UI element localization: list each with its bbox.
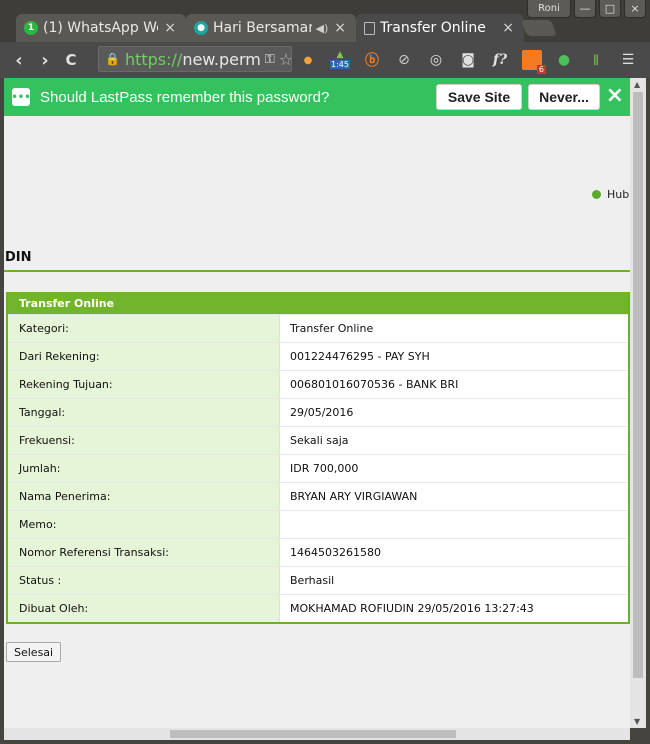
back-icon[interactable]: ‹ [6, 50, 32, 71]
tab-title: Hari Bersamar [213, 20, 312, 36]
row-label: Status : [8, 567, 280, 594]
vertical-scrollbar[interactable]: ▲ ▼ [630, 78, 646, 728]
forward-icon[interactable]: › [32, 50, 58, 71]
lastpass-message: Should LastPass remember this password? [40, 88, 330, 106]
timer-extension-icon[interactable]: ▲ 1:45 [330, 50, 350, 70]
row-label: Frekuensi: [8, 427, 280, 454]
table-row: Dibuat Oleh: MOKHAMAD ROFIUDIN 29/05/2016… [8, 594, 628, 622]
row-value: IDR 700,000 [280, 455, 628, 482]
row-label: Rekening Tujuan: [8, 371, 280, 398]
table-row: Memo: [8, 510, 628, 538]
section-divider [4, 270, 630, 272]
tab-close-icon[interactable]: × [502, 20, 514, 36]
font-extension-icon[interactable]: f? [490, 50, 510, 70]
row-value: Sekali saja [280, 427, 628, 454]
row-label: Jumlah: [8, 455, 280, 482]
tab-close-icon[interactable]: × [164, 20, 176, 36]
speaker-icon[interactable]: ◀) [316, 22, 329, 35]
table-row: Frekuensi: Sekali saja [8, 426, 628, 454]
no-entry-extension-icon[interactable]: ⊘ [394, 50, 414, 70]
horizontal-scroll-thumb[interactable] [170, 730, 456, 738]
lastpass-bar: ••• Should LastPass remember this passwo… [4, 78, 630, 116]
row-value: MOKHAMAD ROFIUDIN 29/05/2016 13:27:43 [280, 595, 628, 622]
tab-title: Transfer Online [380, 20, 486, 36]
timer-badge: 1:45 [330, 60, 350, 69]
camera-icon[interactable]: ◙ [458, 50, 478, 70]
whatsapp-icon: 1 [24, 21, 38, 35]
page-icon [364, 21, 375, 35]
profile-button[interactable]: Roni [527, 0, 571, 18]
minimize-icon[interactable]: — [574, 0, 596, 18]
row-label: Nomor Referensi Transaksi: [8, 539, 280, 566]
table-row: Nomor Referensi Transaksi: 1464503261580 [8, 538, 628, 566]
row-value: BRYAN ARY VIRGIAWAN [280, 483, 628, 510]
section-title: DIN [5, 250, 32, 265]
bookmark-star-icon[interactable]: ☆ [279, 50, 291, 69]
vertical-scroll-thumb[interactable] [633, 92, 643, 678]
table-row: Nama Penerima: BRYAN ARY VIRGIAWAN [8, 482, 628, 510]
hubspot-icon[interactable]: 6 [522, 50, 546, 74]
row-value: Berhasil [280, 567, 628, 594]
close-icon[interactable]: × [606, 83, 624, 109]
audio-wave-icon[interactable]: ⫼ [586, 50, 606, 70]
url-host: new.perm [182, 49, 261, 69]
url-scheme: https:// [124, 49, 183, 69]
table-row: Status : Berhasil [8, 566, 628, 594]
row-label: Dibuat Oleh: [8, 595, 280, 622]
hub-link[interactable]: Hub [592, 188, 629, 201]
tab-close-icon[interactable]: × [334, 20, 346, 36]
tab-whatsapp[interactable]: 1 (1) WhatsApp We × [16, 14, 186, 42]
row-label: Kategori: [8, 315, 280, 342]
row-label: Tanggal: [8, 399, 280, 426]
row-label: Nama Penerima: [8, 483, 280, 510]
extension-dot-icon[interactable]: ● [298, 50, 318, 70]
hubspot-badge: 6 [536, 65, 546, 74]
table-row: Dari Rekening: 001224476295 - PAY SYH [8, 342, 628, 370]
b-extension-icon[interactable]: ⓑ [362, 50, 382, 70]
scroll-up-icon[interactable]: ▲ [634, 80, 640, 89]
key-icon[interactable]: ⚿ [265, 52, 275, 67]
window-controls: Roni — □ × [527, 0, 646, 18]
row-label: Dari Rekening: [8, 343, 280, 370]
scroll-down-icon[interactable]: ▼ [634, 717, 640, 726]
row-value: 29/05/2016 [280, 399, 628, 426]
new-tab-button[interactable] [521, 20, 557, 36]
row-label: Memo: [8, 511, 280, 538]
hub-link-label: Hub [607, 188, 630, 201]
window-close-icon[interactable]: × [624, 0, 646, 18]
table-row: Rekening Tujuan: 006801016070536 - BANK B… [8, 370, 628, 398]
lastpass-icon: ••• [11, 88, 31, 106]
save-site-button[interactable]: Save Site [436, 84, 522, 110]
row-value: 006801016070536 - BANK BRI [280, 371, 628, 398]
horizontal-scrollbar[interactable] [4, 728, 630, 740]
browser-window: 1 (1) WhatsApp We × ● Hari Bersamar ◀) ×… [0, 0, 650, 744]
tab-strip: 1 (1) WhatsApp We × ● Hari Bersamar ◀) ×… [0, 0, 650, 42]
record-icon: ● [194, 21, 208, 35]
instagram-icon[interactable]: ◎ [426, 50, 446, 70]
tab-title: (1) WhatsApp We [43, 20, 159, 36]
never-button[interactable]: Never... [528, 84, 600, 110]
menu-icon[interactable]: ☰ [618, 50, 638, 70]
tab-transfer-online[interactable]: Transfer Online × [356, 14, 524, 42]
lock-icon: 🔒 [105, 52, 120, 66]
reload-icon[interactable]: C [58, 51, 84, 69]
row-value [280, 511, 628, 538]
row-value: 001224476295 - PAY SYH [280, 343, 628, 370]
transfer-detail-table: Transfer Online Kategori: Transfer Online… [6, 292, 630, 624]
done-button[interactable]: Selesai [6, 642, 62, 662]
evernote-icon[interactable]: ● [554, 50, 574, 70]
address-bar[interactable]: 🔒 https:// new.perm ⚿ ☆ [98, 46, 292, 72]
bullet-icon [592, 190, 601, 199]
tab-hari-bersama[interactable]: ● Hari Bersamar ◀) × [186, 14, 356, 42]
table-row: Tanggal: 29/05/2016 [8, 398, 628, 426]
table-row: Kategori: Transfer Online [8, 314, 628, 342]
maximize-icon[interactable]: □ [599, 0, 621, 18]
row-value: 1464503261580 [280, 539, 628, 566]
table-title: Transfer Online [8, 292, 628, 314]
row-value: Transfer Online [280, 315, 628, 342]
page-content: Hub DIN Transfer Online Kategori: Transfe… [4, 116, 630, 728]
table-row: Jumlah: IDR 700,000 [8, 454, 628, 482]
